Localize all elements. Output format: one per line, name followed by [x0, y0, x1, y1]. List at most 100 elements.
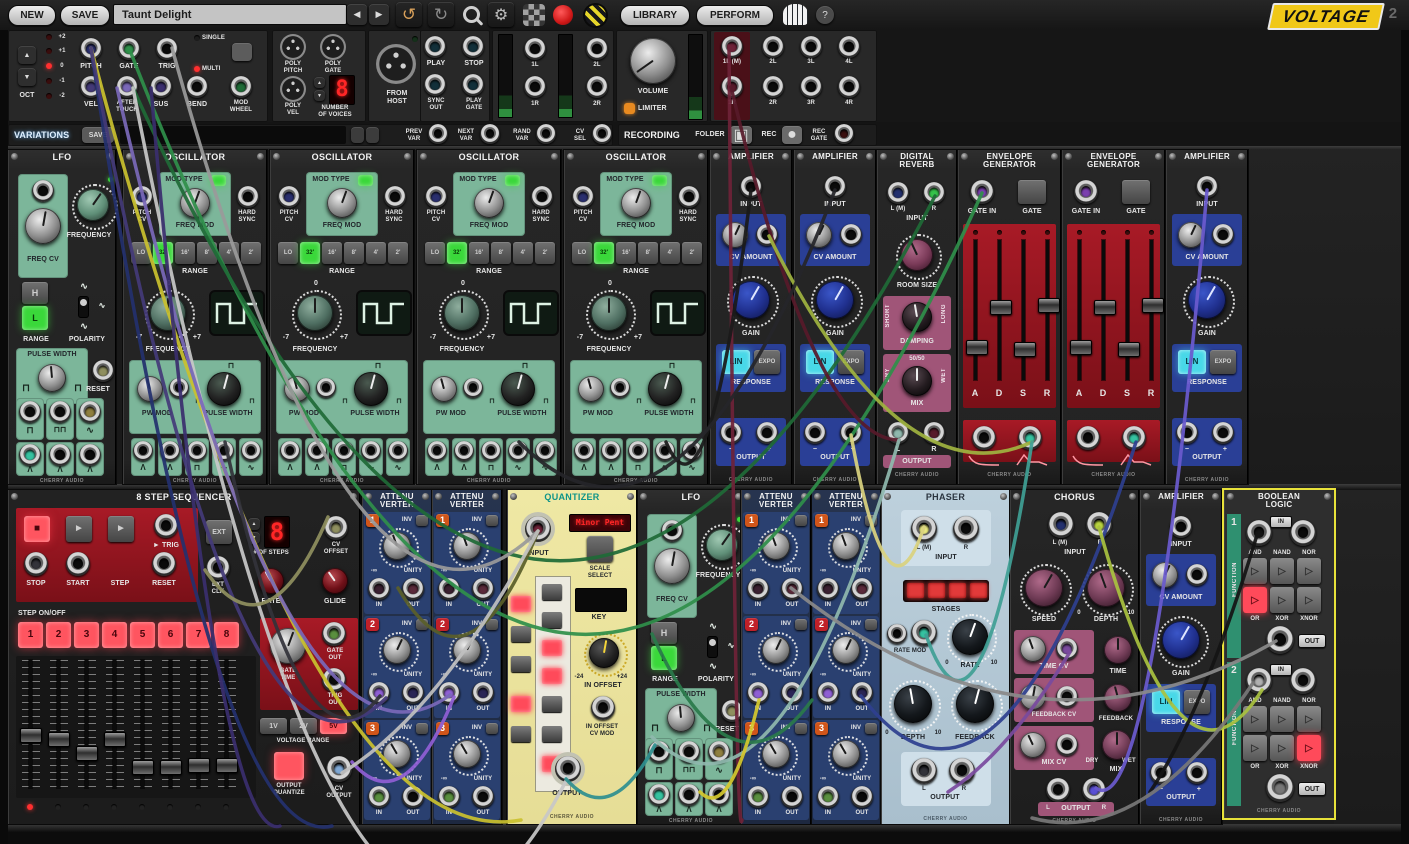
cv-amount-knob[interactable] — [1152, 562, 1178, 588]
key-note-button[interactable] — [542, 696, 562, 712]
input-r-jack[interactable] — [953, 516, 979, 542]
rec-2r-jack[interactable] — [762, 76, 784, 98]
out-jack-3[interactable] — [472, 786, 494, 808]
seq-slider-8[interactable] — [216, 758, 238, 773]
envelope-generator-module[interactable]: ENVELOPE GENERATOR GATE IN GATE A D S R … — [1062, 150, 1165, 484]
pulse-width-knob[interactable] — [667, 704, 695, 732]
pulse-out-jack[interactable] — [49, 401, 71, 423]
output-r-jack[interactable] — [949, 758, 975, 784]
frequency-knob[interactable] — [591, 295, 627, 331]
zoom-icon[interactable] — [463, 6, 480, 23]
tri-out-jack[interactable] — [160, 441, 180, 461]
feedback-knob[interactable] — [1104, 684, 1132, 712]
key-note-button[interactable] — [511, 726, 531, 742]
in-offset-knob[interactable] — [589, 638, 619, 668]
release-slider[interactable] — [1142, 298, 1164, 313]
inv-button-1[interactable] — [865, 515, 877, 526]
amplifier-module[interactable]: AMPLIFIER INPUT CV AMOUNT GAIN LIN EXPO … — [1166, 150, 1248, 484]
pulse-out-jack[interactable] — [187, 441, 207, 461]
depth-knob[interactable] — [1087, 569, 1125, 607]
mix-knob[interactable] — [1102, 730, 1132, 760]
input-jack[interactable] — [824, 176, 846, 198]
reset-jack[interactable] — [721, 700, 743, 722]
rate-mod-jack[interactable] — [911, 620, 937, 646]
step-button[interactable]: ► — [108, 516, 134, 542]
prev-patch-button[interactable]: ◀ — [347, 4, 367, 25]
mix-cv-jack[interactable] — [1056, 734, 1078, 756]
cv-amount-knob[interactable] — [722, 222, 748, 248]
seq-slider-5[interactable] — [132, 760, 154, 775]
range-4-button[interactable]: 4' — [660, 242, 680, 264]
sine-out-jack[interactable] — [79, 401, 101, 423]
attenuverter-module[interactable]: ATTENU VERTER 1 INV -∞ UNITY IN OUT 2 IN… — [362, 490, 432, 824]
range-h-button[interactable]: H — [22, 282, 48, 304]
pulse-width-knob[interactable] — [648, 372, 682, 406]
out-2r-jack[interactable] — [586, 76, 608, 98]
seq-slider-2[interactable] — [48, 732, 70, 747]
stop-jack[interactable] — [462, 36, 484, 58]
in-jack-1[interactable] — [438, 578, 460, 600]
mod-type-button[interactable] — [211, 175, 226, 186]
frequency-knob[interactable] — [297, 295, 333, 331]
lfo-module[interactable]: LFO FREQ CV FREQUENCY H L RANGE ∿ ∿ ∿ PO… — [637, 490, 745, 824]
gate-out-jack[interactable] — [322, 622, 346, 646]
range-2v-button[interactable]: 2V — [290, 718, 317, 734]
freq-mod-knob[interactable] — [474, 188, 504, 218]
xor-button-2[interactable]: ▷ — [1270, 735, 1294, 761]
variation-scroll-left[interactable] — [351, 127, 364, 143]
env-out-jack[interactable] — [1018, 426, 1042, 450]
input-jack[interactable] — [1196, 176, 1218, 198]
key-note-button[interactable] — [542, 640, 562, 656]
freq-cv-jack[interactable] — [661, 520, 683, 542]
trig-out-jack[interactable] — [322, 668, 346, 692]
cv-output-jack[interactable] — [326, 756, 352, 782]
feedback-knob[interactable] — [956, 685, 994, 723]
output-minus-jack[interactable] — [720, 422, 742, 444]
rec-4l-jack[interactable] — [838, 36, 860, 58]
pw-mod-jack[interactable] — [610, 378, 630, 398]
saw-out-jack[interactable] — [133, 441, 153, 461]
range-16-button[interactable]: 16' — [322, 242, 342, 264]
prev-var-jack[interactable] — [428, 124, 448, 144]
inv-button-2[interactable] — [486, 619, 498, 630]
pw-mod-knob[interactable] — [431, 376, 457, 402]
range-lo-button[interactable]: LO — [572, 242, 592, 264]
freq-mod-knob[interactable] — [327, 188, 357, 218]
atten-knob-2[interactable] — [832, 636, 860, 664]
gate-time-knob[interactable] — [270, 628, 306, 664]
output-minus-jack[interactable] — [1150, 762, 1172, 784]
nor-button[interactable]: ▷ — [1297, 558, 1321, 584]
ramp-out-jack[interactable] — [79, 444, 101, 466]
nor-button-2[interactable]: ▷ — [1297, 706, 1321, 732]
chorus-module[interactable]: CHORUS L (M) R INPUT SPEED 0 10 DEPTH TI… — [1010, 490, 1139, 824]
panic-hand-icon[interactable] — [783, 4, 808, 25]
pw-mod-knob[interactable] — [578, 376, 604, 402]
sine-out-jack[interactable] — [508, 441, 528, 461]
tri-out-jack[interactable] — [307, 441, 327, 461]
atten-knob-2[interactable] — [762, 636, 790, 664]
variations-save-button[interactable]: SAVE — [82, 127, 114, 143]
rec-3r-jack[interactable] — [800, 76, 822, 98]
nand-button[interactable]: ▷ — [1270, 558, 1294, 584]
hard-sync-jack[interactable] — [384, 186, 406, 208]
mix-cv-knob[interactable] — [1020, 732, 1046, 758]
lin-button[interactable]: LIN — [722, 350, 750, 374]
sine-out-jack[interactable] — [361, 441, 381, 461]
input-r-jack[interactable] — [923, 182, 945, 204]
damping-knob[interactable] — [902, 302, 932, 332]
mod-type-button[interactable] — [505, 175, 520, 186]
step-8-button[interactable]: 8 — [214, 622, 239, 648]
pulse-width-knob[interactable] — [501, 372, 535, 406]
range-l-button[interactable]: L — [22, 306, 48, 330]
mod-wheel-jack[interactable] — [230, 76, 252, 98]
atten-knob-3[interactable] — [453, 740, 481, 768]
range-32-button[interactable]: 32' — [153, 242, 173, 264]
range-2-button[interactable]: 2' — [682, 242, 702, 264]
oscillator-module[interactable]: OSCILLATOR PITCH CV MOD TYPE FREQ MOD HA… — [123, 150, 267, 484]
square-out-jack[interactable] — [19, 401, 41, 423]
inv-button-3[interactable] — [865, 723, 877, 734]
range-l-button[interactable]: L — [651, 646, 677, 670]
undo-button[interactable]: ↺ — [396, 2, 422, 27]
oct-down-button[interactable]: ▼ — [18, 68, 36, 86]
ext-button[interactable]: EXT — [206, 520, 232, 544]
